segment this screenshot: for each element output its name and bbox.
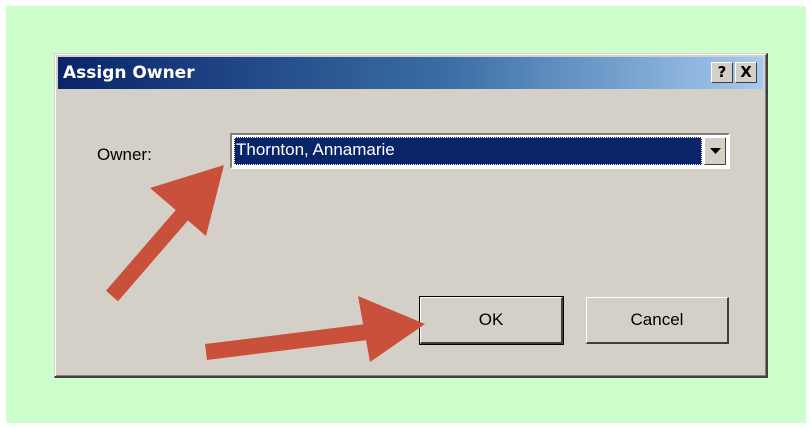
help-button[interactable]: ?: [711, 62, 733, 83]
owner-dropdown[interactable]: Thornton, Annamarie: [230, 133, 730, 169]
cancel-button[interactable]: Cancel: [586, 297, 729, 344]
dialog-titlebar[interactable]: Assign Owner ? X: [58, 57, 763, 89]
close-button[interactable]: X: [735, 62, 757, 83]
dropdown-arrow-button[interactable]: [704, 137, 726, 165]
owner-label: Owner:: [97, 145, 152, 164]
ok-button[interactable]: OK: [419, 296, 564, 345]
assign-owner-dialog: Assign Owner ? X Owner: Thornton, Annama…: [54, 53, 768, 378]
owner-dropdown-value[interactable]: Thornton, Annamarie: [234, 137, 702, 165]
dialog-title: Assign Owner: [63, 63, 195, 83]
chevron-down-icon: [710, 148, 721, 154]
